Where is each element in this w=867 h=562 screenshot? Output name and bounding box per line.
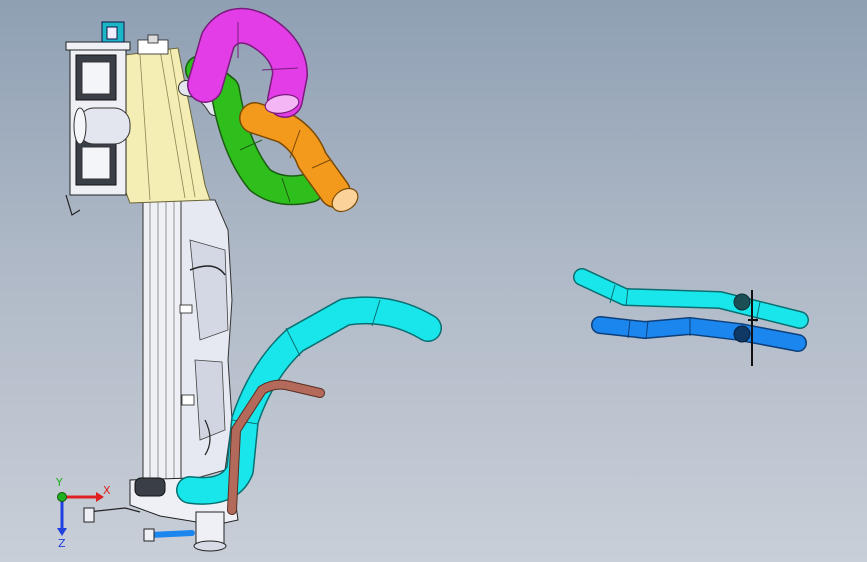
small-blue-pipe bbox=[147, 530, 195, 538]
pipe-clamp-upper bbox=[733, 293, 751, 311]
coordinate-triad: X Y Z bbox=[55, 476, 111, 550]
detached-cyan-pipe bbox=[573, 268, 809, 329]
pipe-clamp-lower bbox=[733, 325, 751, 343]
axis-x-label: X bbox=[103, 484, 111, 497]
radiator-core bbox=[142, 194, 182, 481]
axis-y-label: Y bbox=[55, 476, 63, 489]
axis-z-label: Z bbox=[58, 537, 66, 550]
fan-shroud bbox=[180, 199, 233, 481]
radiator-assembly bbox=[142, 194, 233, 481]
cad-scene: X Y Z bbox=[55, 7, 809, 552]
cad-viewport[interactable]: X Y Z bbox=[0, 0, 867, 562]
